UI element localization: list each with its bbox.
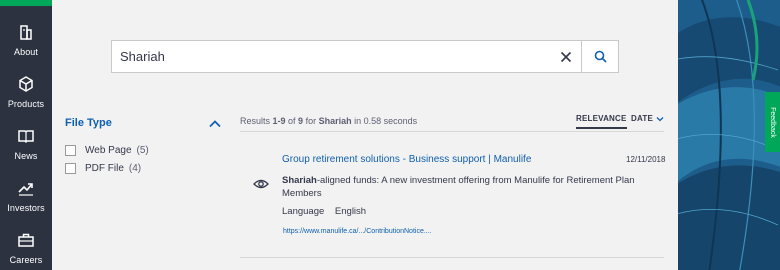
chevron-up-icon [209, 120, 221, 128]
search-input[interactable] [112, 41, 542, 72]
nav-item-label: About [13, 47, 39, 57]
nav-item-news[interactable]: News [0, 118, 52, 170]
building-icon [20, 25, 32, 40]
summary-of: of [285, 116, 299, 126]
summary-prefix: Results [240, 116, 273, 126]
facet-option-count: (4) [128, 162, 142, 174]
summary-for: for [303, 116, 319, 126]
result-date: 12/11/2018 [626, 155, 666, 164]
divider [240, 257, 664, 258]
result-snippet: Shariah-aligned funds: A new investment … [282, 174, 662, 200]
meta-label: Language [282, 206, 325, 217]
facet-title: File Type [65, 117, 112, 129]
checkbox[interactable] [65, 162, 76, 174]
sort-relevance-tab[interactable]: RELEVANCE [576, 114, 627, 129]
book-icon [18, 130, 34, 144]
nav-item-label: Products [7, 99, 45, 109]
divider [240, 131, 664, 132]
nav-item-label: Investors [7, 203, 45, 213]
eye-icon [253, 179, 269, 189]
meta-value: English [334, 206, 367, 217]
facet-option-pdf-file[interactable]: PDF File (4) [65, 161, 141, 175]
summary-query: Shariah [318, 116, 352, 126]
feedback-label: Feedback [769, 106, 776, 138]
nav-item-products[interactable]: Products [0, 66, 52, 118]
facet-option-count: (5) [136, 144, 149, 156]
nav-item-label: News [14, 151, 38, 161]
briefcase-icon [18, 233, 34, 247]
search-bar [111, 40, 619, 73]
quickview-button[interactable] [253, 177, 269, 189]
search-submit-button[interactable] [582, 41, 619, 72]
nav-item-about[interactable]: About [0, 14, 52, 66]
brand-accent-bar [0, 0, 52, 6]
facet-collapse-toggle[interactable] [208, 117, 222, 129]
facet-option-label: PDF File [85, 162, 124, 174]
summary-time: in 0.58 seconds [351, 116, 418, 126]
facet-option-label: Web Page [85, 144, 132, 156]
nav-item-investors[interactable]: Investors [0, 170, 52, 222]
nav-item-careers[interactable]: Careers [0, 222, 52, 270]
search-results-page: File Type Web Page (5) PDF File (4) Resu… [52, 0, 678, 270]
clear-search-button[interactable] [551, 41, 581, 72]
snippet-highlight: Shariah [282, 175, 317, 186]
results-summary: Results 1-9 of 9 for Shariah in 0.58 sec… [240, 116, 417, 126]
checkbox[interactable] [65, 144, 76, 156]
search-icon [594, 50, 607, 63]
result-url-link[interactable]: https://www.manulife.ca/.../Contribution… [283, 228, 432, 235]
trend-icon [18, 183, 33, 196]
chevron-down-icon [656, 116, 664, 121]
result-title-link[interactable]: Group retirement solutions - Business su… [282, 154, 531, 165]
facet-option-web-page[interactable]: Web Page (5) [65, 143, 149, 157]
side-nav: About Products News Investors Careers [0, 0, 52, 270]
summary-range: 1-9 [272, 116, 286, 126]
sort-date-tab[interactable]: DATE [631, 114, 664, 123]
sort-date-label: DATE [631, 114, 653, 123]
feedback-tab[interactable]: Feedback [765, 92, 780, 152]
cube-icon [19, 76, 33, 92]
snippet-text: -aligned funds: A new investment offerin… [282, 175, 635, 199]
close-icon [560, 51, 572, 62]
result-metadata: Language English [282, 206, 366, 217]
nav-item-label: Careers [9, 255, 43, 265]
